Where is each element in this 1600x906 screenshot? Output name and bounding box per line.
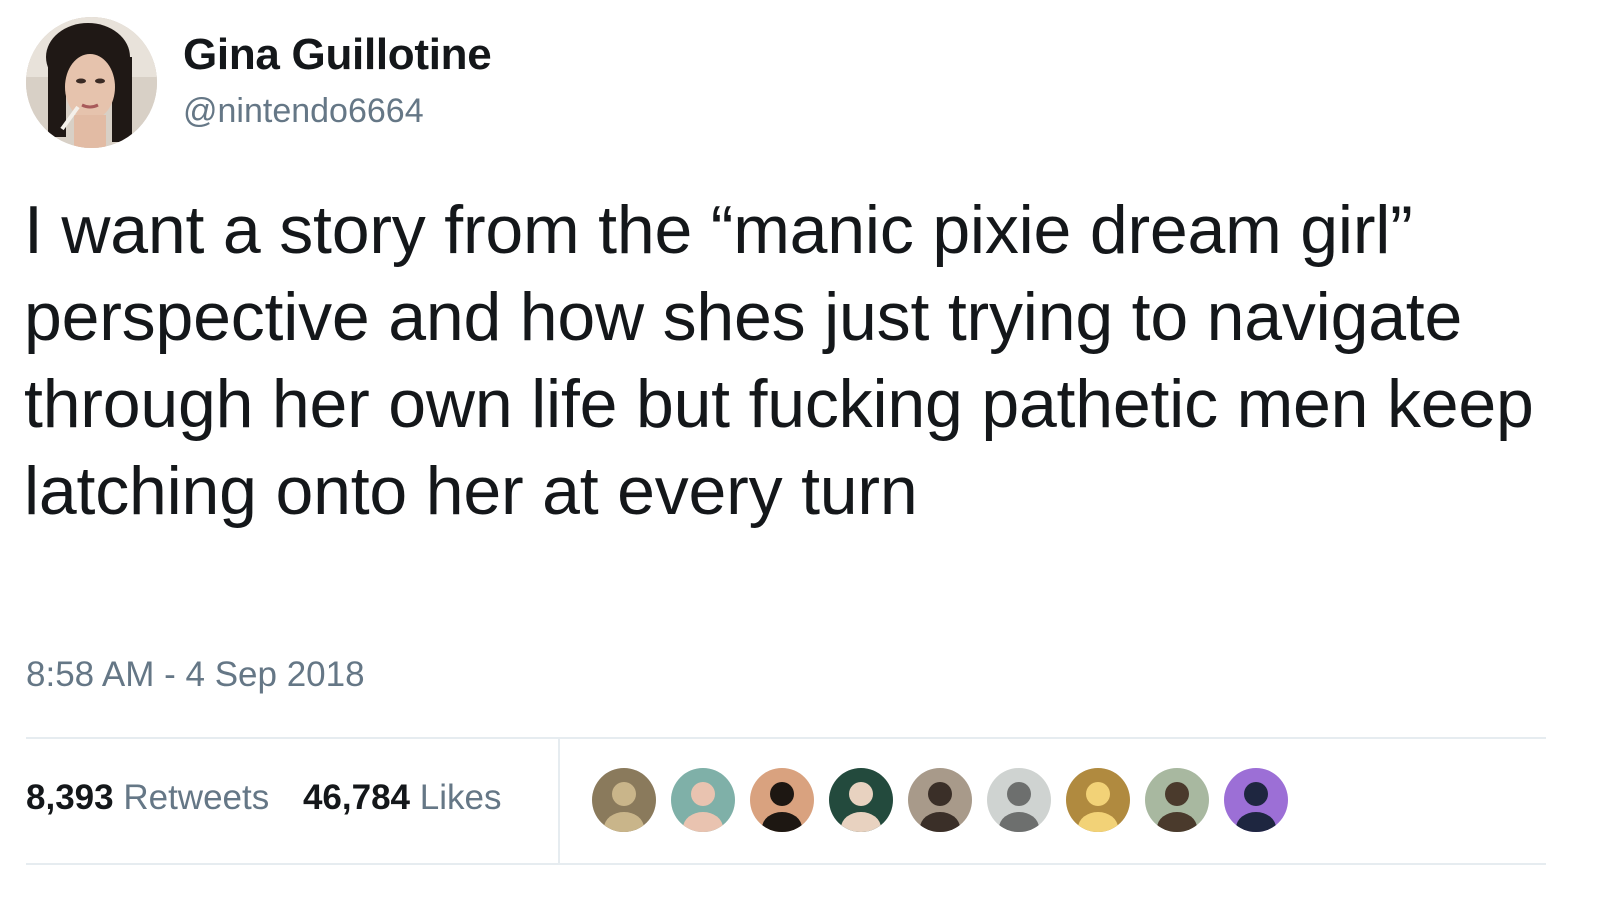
retweets-label: Retweets (123, 778, 270, 817)
likes-label: Likes (419, 778, 502, 817)
liker-avatar-6[interactable] (985, 766, 1053, 834)
tweet-text: I want a story from the “manic pixie dre… (24, 192, 1534, 529)
liker-avatar-4[interactable] (827, 766, 895, 834)
avatar-image (987, 768, 1051, 832)
liker-avatar-7[interactable] (1064, 766, 1132, 834)
avatar-image (26, 17, 157, 148)
display-name[interactable]: Gina Guillotine (183, 30, 492, 80)
likes-stat[interactable]: 46,784 Likes (303, 778, 502, 818)
liker-avatar-2[interactable] (669, 766, 737, 834)
retweets-count: 8,393 (26, 778, 114, 817)
liker-avatar-8[interactable] (1143, 766, 1211, 834)
avatar-image (908, 768, 972, 832)
liker-avatar-9[interactable] (1222, 766, 1290, 834)
liker-avatar-1[interactable] (590, 766, 658, 834)
retweets-stat[interactable]: 8,393 Retweets (26, 778, 269, 818)
liker-avatar-5[interactable] (906, 766, 974, 834)
avatar-image (829, 768, 893, 832)
tweet-timestamp[interactable]: 8:58 AM - 4 Sep 2018 (26, 655, 365, 695)
tweet-stats: 8,393 Retweets 46,784 Likes (26, 778, 525, 818)
user-avatar[interactable] (26, 17, 157, 148)
avatar-image (671, 768, 735, 832)
tweet-card: Gina Guillotine @nintendo6664 I want a s… (0, 0, 1600, 906)
avatar-image (1066, 768, 1130, 832)
likes-count: 46,784 (302, 778, 411, 817)
user-handle[interactable]: @nintendo6664 (183, 92, 424, 131)
stats-divider (558, 739, 560, 863)
avatar-image (592, 768, 656, 832)
avatar-image (750, 768, 814, 832)
avatar-image (1224, 768, 1288, 832)
divider-bottom (26, 863, 1546, 865)
liker-avatar-3[interactable] (748, 766, 816, 834)
divider-top (26, 737, 1546, 739)
avatar-image (1145, 768, 1209, 832)
